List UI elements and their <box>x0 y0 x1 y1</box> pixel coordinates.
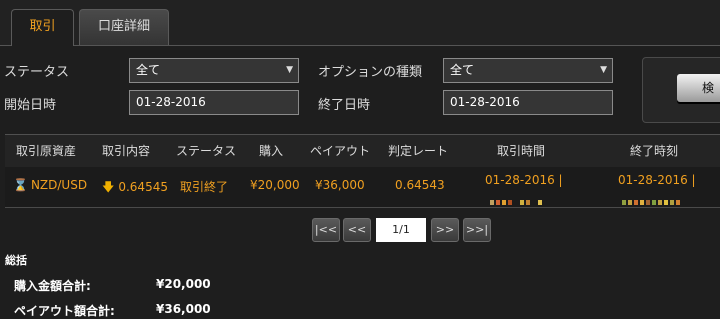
purchase-total-label: 購入金額合計: <box>14 279 91 293</box>
col-status: ステータス <box>176 144 237 158</box>
asset-text: NZD/USD <box>30 178 88 192</box>
option-type-label: オプションの種類 <box>318 65 423 80</box>
page-indicator: 1/1 <box>376 218 426 242</box>
cell-payout: ¥36,000 <box>315 178 365 192</box>
redacted-time <box>490 194 544 205</box>
content-text: 0.64545 <box>118 180 168 194</box>
chevron-down-icon: ▼ <box>600 65 607 75</box>
table-row[interactable]: ⌛ NZD/USD 🡇 0.64545 取引終了 ¥20,000 ¥36,000 0… <box>5 167 720 208</box>
option-type-select-value: 全て <box>450 63 475 77</box>
start-date-input[interactable]: 01-28-2016 <box>129 90 299 115</box>
cell-asset: ⌛ NZD/USD <box>13 178 87 192</box>
cell-purchase: ¥20,000 <box>250 178 300 192</box>
last-page-button[interactable]: >>| <box>463 218 491 242</box>
search-button[interactable]: 検 <box>677 74 720 102</box>
next-page-button[interactable]: >> <box>431 218 459 242</box>
redacted-time <box>622 194 682 205</box>
end-date-label: 終了日時 <box>318 98 371 113</box>
first-page-button[interactable]: |<< <box>312 218 340 242</box>
cell-content: 🡇 0.64545 <box>102 178 168 199</box>
prev-page-button[interactable]: << <box>343 218 371 242</box>
end-date-input[interactable]: 01-28-2016 <box>443 90 613 115</box>
tab-account-details[interactable]: 口座詳細 <box>79 9 169 45</box>
chevron-down-icon: ▼ <box>286 65 293 75</box>
cell-end-time: 01-28-2016 | <box>618 173 696 187</box>
hourglass-icon: ⌛ <box>13 178 28 192</box>
table-header: 取引原資産 取引内容 ステータス 購入 ペイアウト 判定レート 取引時間 終了時… <box>5 134 720 168</box>
status-label: ステータス <box>4 65 70 80</box>
col-asset: 取引原資産 <box>16 144 77 158</box>
purchase-total-value: ¥20,000 <box>156 277 211 291</box>
payout-total-value: ¥36,000 <box>156 302 211 316</box>
summary-title: 総括 <box>5 254 27 267</box>
pagination: |<< << 1/1 >> >>| <box>312 218 492 242</box>
tab-divider <box>0 45 720 46</box>
status-select-value: 全て <box>136 63 161 77</box>
cell-trade-time: 01-28-2016 | <box>485 173 563 187</box>
arrow-down-icon: 🡇 <box>102 180 115 194</box>
col-purchase: 購入 <box>259 144 284 158</box>
col-payout: ペイアウト <box>310 144 371 158</box>
tab-bar: 取引 口座詳細 <box>0 0 720 46</box>
status-select[interactable]: 全て ▼ <box>129 58 299 83</box>
cell-rate: 0.64543 <box>395 178 445 192</box>
option-type-select[interactable]: 全て ▼ <box>443 58 613 83</box>
col-content: 取引内容 <box>102 144 151 158</box>
cell-status: 取引終了 <box>180 180 229 194</box>
tab-trades[interactable]: 取引 <box>11 9 74 46</box>
payout-total-label: ペイアウト額合計: <box>14 304 115 318</box>
col-end-time: 終了時刻 <box>630 144 679 158</box>
start-date-label: 開始日時 <box>4 98 57 113</box>
col-rate: 判定レート <box>388 144 449 158</box>
col-trade-time: 取引時間 <box>497 144 546 158</box>
